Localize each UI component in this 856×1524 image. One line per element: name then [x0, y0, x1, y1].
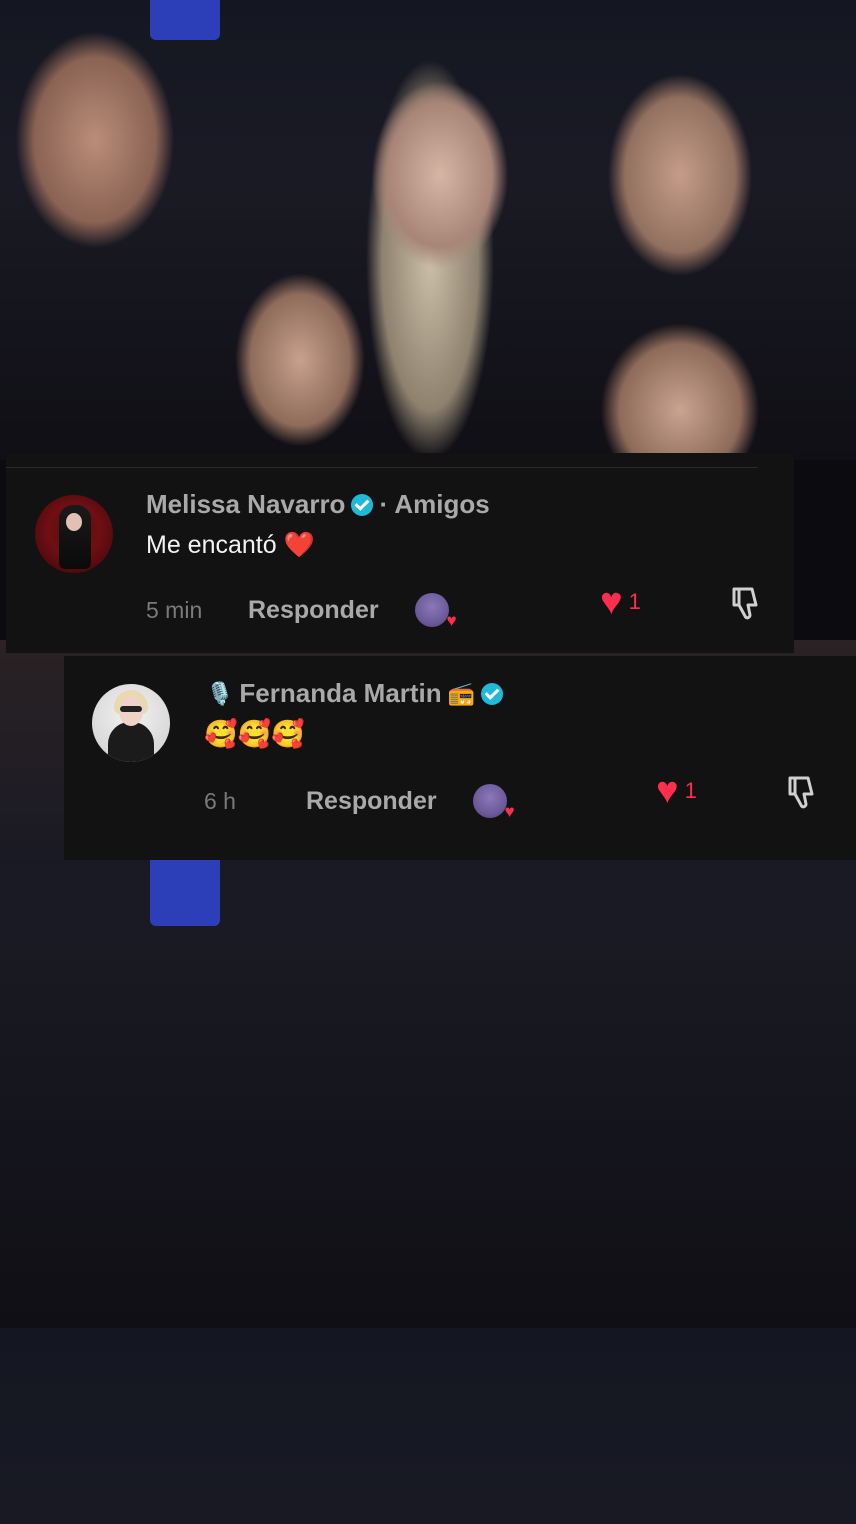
heart-icon: ♥: [656, 770, 679, 812]
comment-meta: 6 h Responder: [204, 784, 515, 822]
divider: [6, 467, 758, 468]
background-photo-top: [0, 0, 856, 460]
radio-icon: 📻: [447, 680, 476, 706]
author-name[interactable]: Fernanda Martin: [239, 678, 441, 709]
avatar[interactable]: [92, 684, 170, 762]
like-count: 1: [684, 778, 697, 803]
background-photo-bottom: [0, 860, 856, 1524]
avatar[interactable]: [35, 495, 113, 573]
like-count: 1: [628, 589, 641, 614]
author-relation: · Amigos: [379, 489, 490, 519]
reply-button[interactable]: Responder: [248, 596, 379, 625]
author-name[interactable]: Melissa Navarro: [146, 489, 345, 520]
comment-text-body: Me encantó: [146, 531, 277, 559]
timestamp: 6 h: [204, 787, 236, 814]
stage-light: [150, 860, 220, 926]
creator-liked-avatar-icon: [414, 593, 457, 631]
reply-comment-card: 🎙️ Fernanda Martin 📻 🥰🥰🥰 6 h Responder ♥…: [64, 656, 856, 860]
comment-text: Me encantó ❤️: [146, 531, 315, 560]
verified-badge-icon: [351, 493, 374, 516]
heart-icon: ♥: [600, 581, 623, 623]
heart-emoji: ❤️: [283, 531, 315, 559]
microphone-icon: 🎙️: [206, 680, 234, 706]
verified-badge-icon: [481, 682, 504, 705]
creator-liked-avatar-icon: [472, 784, 515, 822]
comment-text: 🥰🥰🥰: [204, 719, 305, 749]
comment-author[interactable]: Melissa Navarro · Amigos: [146, 489, 490, 520]
stage-light: [150, 0, 220, 40]
like-button[interactable]: ♥ 1: [600, 583, 641, 621]
dislike-icon[interactable]: [782, 772, 822, 812]
comment-meta: 5 min Responder: [146, 593, 457, 631]
reply-button[interactable]: Responder: [306, 787, 437, 816]
comment-card: Melissa Navarro · Amigos Me encantó ❤️ 5…: [6, 453, 794, 653]
timestamp: 5 min: [146, 596, 203, 623]
comment-author[interactable]: 🎙️ Fernanda Martin 📻: [206, 678, 504, 709]
like-button[interactable]: ♥ 1: [656, 772, 697, 810]
dislike-icon[interactable]: [726, 583, 766, 623]
